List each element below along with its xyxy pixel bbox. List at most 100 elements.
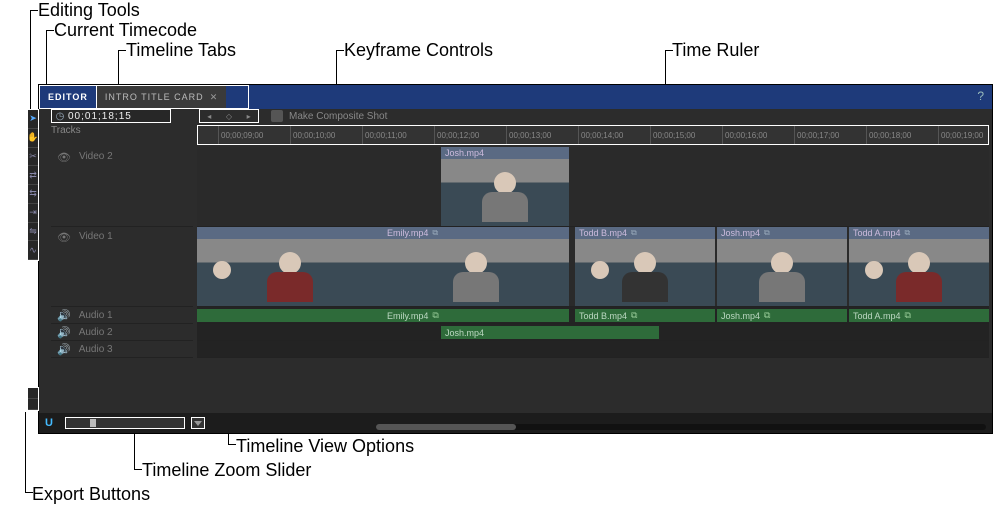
aclip-a1-pre[interactable] <box>197 309 383 322</box>
track-header-video1[interactable]: 👁 Video 1 <box>51 227 193 307</box>
next-keyframe-icon[interactable]: ▸ <box>247 112 251 121</box>
track-label: Video 2 <box>79 151 113 162</box>
clip-josh-v1[interactable]: Josh.mp4⧉ <box>717 227 847 306</box>
ruler-tick: 00;00;09;00 <box>218 126 263 144</box>
clip-label: Todd B.mp4 <box>579 228 627 238</box>
ruler-tick: 00;00;16;00 <box>722 126 767 144</box>
clip-toddb-v1[interactable]: Todd B.mp4 ⧉ <box>575 227 715 306</box>
lead <box>336 50 344 51</box>
lane-video1[interactable]: Emily.mp4⧉ Todd B.mp4⧉ Josh.mp4⧉ Todd A.… <box>197 227 989 307</box>
link-icon: ⧉ <box>631 228 637 238</box>
export-content-button[interactable] <box>28 399 38 410</box>
track-header-audio1[interactable]: 🔊 Audio 1 <box>51 307 193 324</box>
composite-icon <box>271 110 283 122</box>
ann-view-options: Timeline View Options <box>236 436 414 457</box>
ruler-tick: 00;00;14;00 <box>578 126 623 144</box>
clip-thumbnail <box>575 239 715 306</box>
tool-slide[interactable]: ⇆ <box>28 185 38 204</box>
lane-audio1[interactable]: Emily.mp4⧉ Todd B.mp4⧉ Josh.mp4⧉ Todd A.… <box>197 307 989 324</box>
link-icon: ⧉ <box>631 310 637 321</box>
clip-label: Josh.mp4 <box>721 228 760 238</box>
prev-keyframe-icon[interactable]: ◂ <box>207 112 211 121</box>
tool-hand[interactable]: ✋ <box>28 129 38 148</box>
editor-panel: EDITOR INTRO TITLE CARD ✕ ? ◷ 00;01;18;1… <box>38 84 993 434</box>
timeline-zoom-slider[interactable] <box>65 417 185 429</box>
ruler-tick: 00;00;11;00 <box>362 126 407 144</box>
ruler-tick: 00;00;12;00 <box>434 126 479 144</box>
track-label: Video 1 <box>79 231 113 242</box>
lane-audio2[interactable]: Josh.mp4 <box>197 324 989 341</box>
clip-thumbnail <box>849 239 989 306</box>
tab-editor[interactable]: EDITOR <box>40 86 97 108</box>
current-timecode[interactable]: ◷ 00;01;18;15 <box>51 109 171 123</box>
clip-josh-v2[interactable]: Josh.mp4 <box>441 147 569 226</box>
clip-todda-v1[interactable]: Todd A.mp4 ⧉ <box>849 227 989 306</box>
track-label: Audio 2 <box>79 327 113 338</box>
clip-label: Emily.mp4 <box>387 228 428 238</box>
aclip-josh-a2[interactable]: Josh.mp4 <box>441 326 659 339</box>
timeline-header: EDITOR INTRO TITLE CARD ✕ ? <box>39 85 992 109</box>
ann-keyframe-controls: Keyframe Controls <box>344 40 493 61</box>
time-ruler[interactable]: :00 00;00;09;00 00;00;10;00 00;00;11;00 … <box>197 125 989 145</box>
timeline-toolbar: ◷ 00;01;18;15 ◂ ◇ ▸ Make Composite Shot <box>51 109 991 123</box>
aclip-emily-a1[interactable]: Emily.mp4⧉ <box>383 309 569 322</box>
close-icon[interactable]: ✕ <box>210 92 219 103</box>
clip-thumbnail <box>717 239 847 306</box>
editing-tools: ➤ ✋ ✂ ⇄ ⇆ ⇥ ⇋ ∿ <box>27 109 39 261</box>
track-headers: 👁 Video 2 👁 Video 1 🔊 Audio 1 🔊 Audio 2 … <box>51 147 193 358</box>
make-composite-button[interactable]: Make Composite Shot <box>271 109 387 123</box>
keyframe-toggle-icon[interactable]: ◇ <box>226 112 232 121</box>
speaker-icon[interactable]: 🔊 <box>57 326 71 339</box>
eye-icon[interactable]: 👁 <box>57 231 71 244</box>
tool-slice[interactable]: ✂ <box>28 148 38 167</box>
lead <box>134 469 142 470</box>
track-label: Audio 1 <box>79 310 113 321</box>
tool-roll[interactable]: ⇋ <box>28 223 38 242</box>
clip-label: Emily.mp4 <box>387 311 428 321</box>
clip-label: Todd A.mp4 <box>853 228 901 238</box>
aclip-josh-a1[interactable]: Josh.mp4⧉ <box>717 309 847 322</box>
speaker-icon[interactable]: 🔊 <box>57 309 71 322</box>
clip-emily-v1[interactable]: Emily.mp4⧉ <box>383 227 569 306</box>
eye-icon[interactable]: 👁 <box>57 151 71 164</box>
ann-export-buttons: Export Buttons <box>32 484 150 505</box>
tracks-label: Tracks <box>51 125 81 136</box>
tool-select[interactable]: ➤ <box>28 110 38 129</box>
link-icon: ⧉ <box>905 228 911 238</box>
tab-intro-label: INTRO TITLE CARD <box>105 92 204 102</box>
lead <box>46 30 54 31</box>
speaker-icon[interactable]: 🔊 <box>57 343 71 356</box>
timeline-scrollbar[interactable] <box>376 424 986 430</box>
track-header-audio2[interactable]: 🔊 Audio 2 <box>51 324 193 341</box>
track-header-audio3[interactable]: 🔊 Audio 3 <box>51 341 193 358</box>
clip-thumbnail <box>197 239 383 306</box>
ann-editing-tools: Editing Tools <box>38 0 140 21</box>
aclip-todda-a1[interactable]: Todd A.mp4⧉ <box>849 309 989 322</box>
timecode-value: 00;01;18;15 <box>68 111 132 122</box>
ann-current-timecode: Current Timecode <box>54 20 197 41</box>
aclip-toddb-a1[interactable]: Todd B.mp4⧉ <box>575 309 715 322</box>
ruler-tick: 00;00;19;00 <box>938 126 983 144</box>
timeline-view-options[interactable] <box>191 417 205 429</box>
export-queue-button[interactable] <box>28 388 38 399</box>
tool-slip[interactable]: ⇄ <box>28 166 38 185</box>
clip-thumbnail <box>383 239 569 306</box>
help-icon[interactable]: ? <box>977 89 984 103</box>
track-label: Audio 3 <box>79 344 113 355</box>
ann-timeline-tabs: Timeline Tabs <box>126 40 236 61</box>
tool-rate[interactable]: ∿ <box>28 241 38 260</box>
tool-ripple[interactable]: ⇥ <box>28 204 38 223</box>
clip-untitled-v1a[interactable] <box>197 227 383 306</box>
ruler-tick: 00;00;10;00 <box>290 126 335 144</box>
lane-video2[interactable]: Josh.mp4 <box>197 147 989 227</box>
lead <box>118 50 126 51</box>
snap-toggle[interactable]: U <box>43 417 55 429</box>
scrollbar-thumb[interactable] <box>376 424 516 430</box>
track-header-video2[interactable]: 👁 Video 2 <box>51 147 193 227</box>
lane-audio3[interactable] <box>197 341 989 358</box>
export-buttons <box>27 387 39 411</box>
timeline-tabs: EDITOR INTRO TITLE CARD ✕ <box>39 85 249 109</box>
keyframe-controls[interactable]: ◂ ◇ ▸ <box>199 109 259 123</box>
zoom-thumb[interactable] <box>90 419 96 427</box>
tab-intro-title-card[interactable]: INTRO TITLE CARD ✕ <box>97 86 226 108</box>
